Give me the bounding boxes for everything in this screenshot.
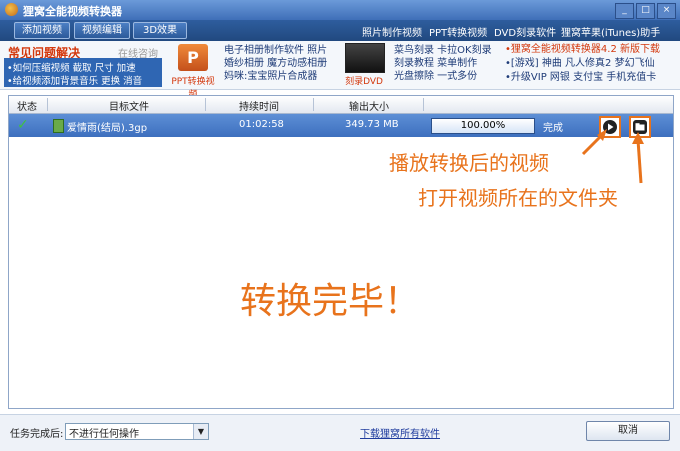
conversion-complete-message: 转换完毕！ <box>240 281 421 322</box>
bottom-bar: 任务完成后: 不进行任何操作 ▼ 下载狸窝所有软件 取消 <box>0 414 680 451</box>
download-all-link[interactable]: 下载狸窝所有软件 <box>360 425 440 440</box>
after-task-select[interactable]: 不进行任何操作 ▼ <box>65 423 209 440</box>
annotation-arrows <box>581 129 644 184</box>
after-task-label: 任务完成后: <box>10 429 64 440</box>
cancel-button[interactable]: 取消 <box>586 421 670 441</box>
chevron-down-icon[interactable]: ▼ <box>193 424 208 439</box>
play-annotation: 播放转换后的视频 <box>389 151 549 175</box>
after-task-select-value: 不进行任何操作 <box>69 429 139 440</box>
folder-annotation: 打开视频所在的文件夹 <box>418 186 618 210</box>
